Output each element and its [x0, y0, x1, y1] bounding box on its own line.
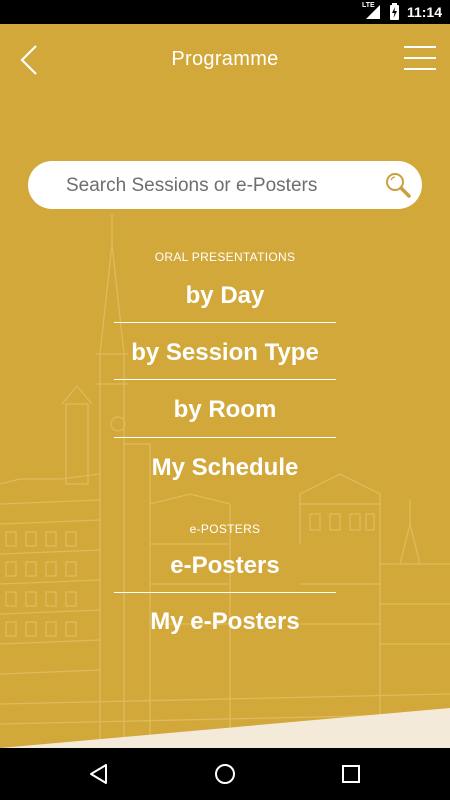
bottom-decoration — [0, 708, 450, 748]
app-screen: Programme ORAL PRESENTATIONS by Day by S… — [0, 24, 450, 748]
menu-item-by-day[interactable]: by Day — [114, 272, 336, 320]
app-header: Programme — [0, 24, 450, 94]
section-label-e-posters: e-POSTERS — [189, 522, 261, 536]
magnifier-icon[interactable] — [384, 171, 412, 199]
divider — [114, 437, 336, 438]
battery-charging-icon — [389, 2, 399, 20]
divider — [114, 592, 336, 593]
menu-item-by-session-type[interactable]: by Session Type — [114, 329, 336, 377]
divider — [114, 379, 336, 380]
menu-button[interactable] — [404, 46, 436, 72]
chevron-left-icon — [20, 45, 37, 75]
recents-square-icon[interactable] — [338, 761, 364, 787]
section-label-oral-presentations: ORAL PRESENTATIONS — [154, 250, 296, 264]
menu-item-my-e-posters[interactable]: My e-Posters — [114, 598, 336, 646]
home-circle-icon[interactable] — [212, 761, 238, 787]
search-input[interactable] — [64, 161, 378, 211]
clock: 11:14 — [406, 4, 442, 20]
hamburger-menu-icon — [404, 46, 436, 70]
divider — [114, 322, 336, 323]
menu-item-by-room[interactable]: by Room — [114, 386, 336, 434]
network-type-label: LTE — [361, 2, 375, 9]
status-icons: LTE 11:14 — [361, 0, 442, 24]
system-nav-bar — [0, 748, 450, 800]
menu-item-my-schedule[interactable]: My Schedule — [114, 444, 336, 492]
signal-icon: LTE — [361, 2, 382, 20]
search-bar[interactable] — [28, 161, 422, 211]
back-triangle-icon[interactable] — [86, 761, 112, 787]
menu-item-e-posters[interactable]: e-Posters — [114, 542, 336, 590]
back-button[interactable] — [16, 42, 44, 78]
page-title: Programme — [171, 48, 279, 70]
status-bar: LTE 11:14 — [0, 0, 450, 24]
